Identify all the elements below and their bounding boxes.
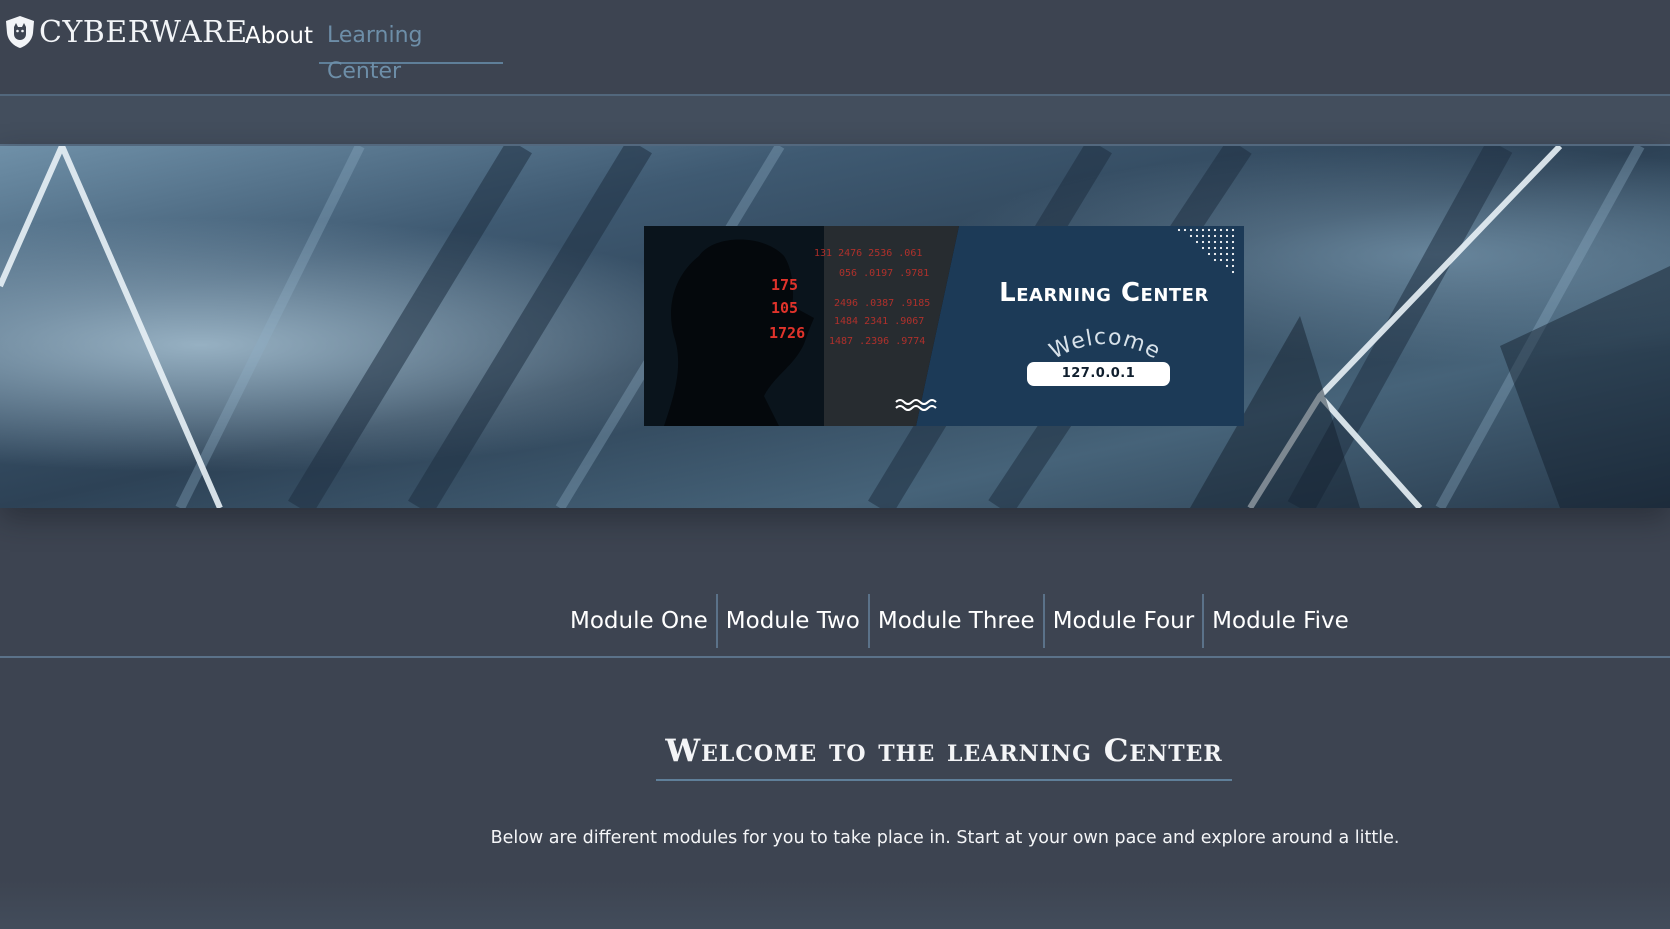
learning-center-banner: 131 2476 2536 .061 056 .0197 .9781 2496 … bbox=[644, 226, 1244, 426]
svg-text:131 2476 2536 .061: 131 2476 2536 .061 bbox=[814, 248, 922, 259]
welcome-description: Below are different modules for you to t… bbox=[490, 828, 1400, 848]
module-tabs: Module One Module Two Module Three Modul… bbox=[0, 594, 1670, 658]
module-list: Module One Module Two Module Three Modul… bbox=[562, 594, 1357, 648]
top-navbar: CYBERWARE About Learning Center bbox=[0, 0, 1670, 96]
svg-text:2496 .0387 .9185: 2496 .0387 .9185 bbox=[834, 298, 930, 309]
tab-module-four[interactable]: Module Four bbox=[1042, 594, 1202, 648]
sub-header-band bbox=[0, 96, 1670, 146]
banner-ip-badge: 127.0.0.1 bbox=[1027, 362, 1170, 386]
banner-code-line-2: 105 bbox=[771, 299, 798, 317]
tab-module-five[interactable]: Module Five bbox=[1202, 594, 1357, 648]
banner-code-line-3: 1726 bbox=[769, 324, 805, 342]
shield-cat-icon bbox=[6, 16, 34, 48]
brand-logo-link[interactable]: CYBERWARE bbox=[4, 12, 248, 52]
tab-module-three[interactable]: Module Three bbox=[867, 594, 1043, 648]
hero-section: 131 2476 2536 .061 056 .0197 .9781 2496 … bbox=[0, 146, 1670, 508]
bottom-gradient bbox=[0, 880, 1670, 929]
nav-about-link[interactable]: About bbox=[245, 18, 313, 54]
svg-text:Welcome: Welcome bbox=[1046, 325, 1165, 365]
tab-module-one[interactable]: Module One bbox=[562, 594, 716, 648]
welcome-heading: Welcome to the learning Center bbox=[656, 733, 1232, 781]
svg-text:056 .0197 .9781: 056 .0197 .9781 bbox=[839, 268, 929, 279]
svg-text:1487 .2396 .9774: 1487 .2396 .9774 bbox=[829, 336, 925, 347]
svg-text:1484 2341 .9067: 1484 2341 .9067 bbox=[834, 316, 924, 327]
brand-name: CYBERWARE bbox=[39, 14, 248, 50]
tab-module-two[interactable]: Module Two bbox=[715, 594, 868, 648]
banner-code-line-1: 175 bbox=[771, 276, 798, 294]
banner-title: Learning Center bbox=[999, 278, 1209, 308]
nav-learning-center-link[interactable]: Learning Center bbox=[319, 18, 503, 84]
